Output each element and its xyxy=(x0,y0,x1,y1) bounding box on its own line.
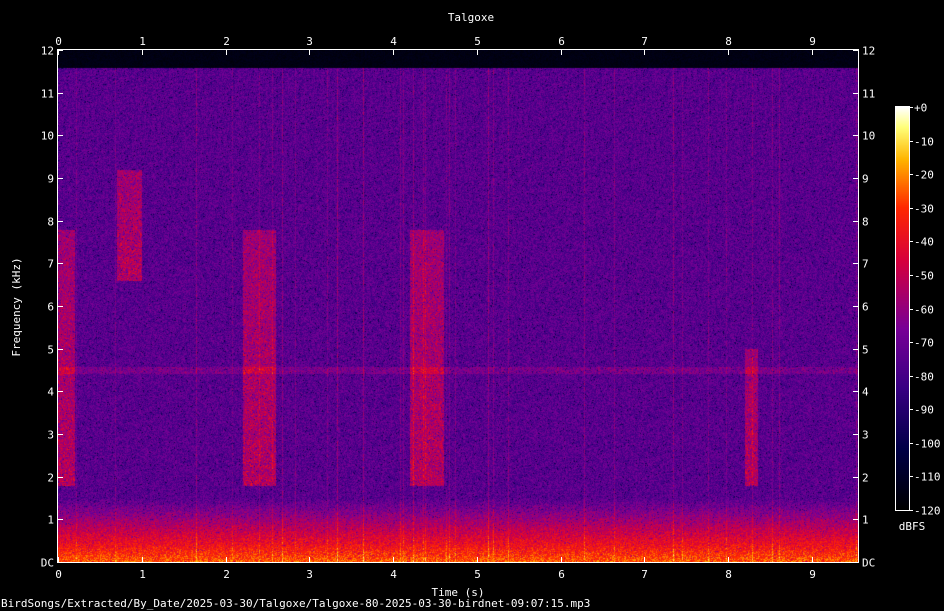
colorbar-tick-label: -50 xyxy=(914,270,934,283)
y-tick-label-left: 7 xyxy=(47,258,54,271)
x-tick-label-bottom: 7 xyxy=(641,568,648,581)
x-tick-label-top: 0 xyxy=(55,35,62,48)
y-tick-label-left: 3 xyxy=(47,429,54,442)
colorbar-tick-label: -30 xyxy=(914,203,934,216)
colorbar-frame xyxy=(895,106,910,511)
x-tick-label-top: 5 xyxy=(474,35,481,48)
y-axis-label: Frequency (kHz) xyxy=(10,257,23,356)
y-tick-label-left: DC xyxy=(41,557,54,570)
colorbar-tick-label: -70 xyxy=(914,337,934,350)
y-tick-label-right: 11 xyxy=(862,88,875,101)
x-tick-label-top: 7 xyxy=(641,35,648,48)
y-tick-label-right: 7 xyxy=(862,258,869,271)
y-tick-label-right: 2 xyxy=(862,472,869,485)
y-tick-label-right: 8 xyxy=(862,216,869,229)
y-tick-label-left: 8 xyxy=(47,216,54,229)
plot-frame xyxy=(57,49,859,563)
x-tick-label-top: 6 xyxy=(558,35,565,48)
spectrogram-figure: Talgoxe Time (s) Frequency (kHz) dBFS 00… xyxy=(0,0,944,611)
y-tick-label-right: 9 xyxy=(862,173,869,186)
file-path: BirdSongs/Extracted/By_Date/2025-03-30/T… xyxy=(1,597,591,610)
x-tick-label-top: 1 xyxy=(139,35,146,48)
y-tick-label-left: 4 xyxy=(47,386,54,399)
x-tick-label-bottom: 5 xyxy=(474,568,481,581)
x-tick-label-top: 3 xyxy=(306,35,313,48)
colorbar-tick-label: -100 xyxy=(914,438,941,451)
x-tick-label-top: 8 xyxy=(725,35,732,48)
y-tick-label-right: 1 xyxy=(862,514,869,527)
x-tick-label-bottom: 2 xyxy=(223,568,230,581)
colorbar-label: dBFS xyxy=(899,520,926,533)
colorbar-tick-label: -120 xyxy=(914,505,941,518)
y-tick-label-right: 4 xyxy=(862,386,869,399)
colorbar-tick-label: -110 xyxy=(914,471,941,484)
y-tick-label-right: 3 xyxy=(862,429,869,442)
y-tick-label-right: 12 xyxy=(862,45,875,58)
x-tick-label-bottom: 3 xyxy=(306,568,313,581)
tick-layer: 00112233445566778899DC DC1 12 23 34 45 56 67 78 8… xyxy=(41,35,941,581)
colorbar-tick-label: +0 xyxy=(914,102,927,115)
x-tick-label-bottom: 1 xyxy=(139,568,146,581)
y-tick-label-left: 6 xyxy=(47,301,54,314)
y-tick-label-left: 10 xyxy=(41,130,54,143)
y-tick-label-left: 12 xyxy=(41,45,54,58)
y-tick-label-left: 2 xyxy=(47,472,54,485)
y-tick-label-right: 6 xyxy=(862,301,869,314)
y-tick-label-right: 5 xyxy=(862,344,869,357)
colorbar-tick-label: -90 xyxy=(914,404,934,417)
y-tick-label-right: 10 xyxy=(862,130,875,143)
y-tick-label-left: 9 xyxy=(47,173,54,186)
y-tick-label-left: 5 xyxy=(47,344,54,357)
x-tick-label-bottom: 8 xyxy=(725,568,732,581)
x-tick-label-top: 4 xyxy=(390,35,397,48)
x-tick-label-top: 2 xyxy=(223,35,230,48)
chart-title: Talgoxe xyxy=(448,11,494,24)
colorbar-tick-label: -20 xyxy=(914,169,934,182)
spectrogram-axes: Talgoxe Time (s) Frequency (kHz) dBFS 00… xyxy=(10,11,941,599)
x-tick-label-bottom: 9 xyxy=(809,568,816,581)
x-tick-label-bottom: 0 xyxy=(55,568,62,581)
colorbar-tick-label: -10 xyxy=(914,136,934,149)
colorbar-tick-label: -40 xyxy=(914,236,934,249)
x-tick-label-bottom: 6 xyxy=(558,568,565,581)
colorbar-tick-label: -80 xyxy=(914,371,934,384)
y-tick-label-left: 1 xyxy=(47,514,54,527)
y-tick-label-right: DC xyxy=(862,557,875,570)
colorbar-tick-label: -60 xyxy=(914,304,934,317)
x-tick-label-bottom: 4 xyxy=(390,568,397,581)
y-tick-label-left: 11 xyxy=(41,88,54,101)
x-tick-label-top: 9 xyxy=(809,35,816,48)
